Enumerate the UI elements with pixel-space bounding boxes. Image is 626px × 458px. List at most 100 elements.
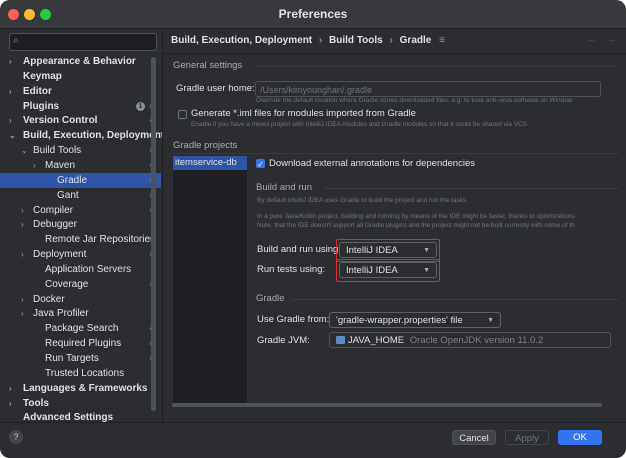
sidebar-item[interactable]: ›Maven≡ (0, 158, 161, 173)
plugin-update-badge: 1 (136, 101, 145, 111)
sidebar-item-label: Gradle (57, 174, 88, 186)
use-gradle-from-label: Use Gradle from: (257, 314, 330, 325)
apply-button[interactable]: Apply (505, 430, 549, 445)
preferences-window: Preferences ⌕ › Appearance & Behavior Keym… (0, 0, 626, 458)
sidebar-item[interactable]: › Editor (0, 84, 161, 99)
sidebar-item[interactable]: Keymap (0, 69, 161, 84)
breadcrumb-separator: › (318, 35, 323, 46)
cancel-button[interactable]: Cancel (452, 430, 496, 445)
dropdown-arrow-icon: ▼ (423, 267, 430, 274)
chevron-right-icon[interactable]: › (9, 381, 12, 396)
back-arrow-icon[interactable]: ← (587, 34, 597, 45)
gradle-user-home-field[interactable]: /Users/kimyounghan/.gradle (255, 81, 601, 97)
history-navigation: ← → (587, 34, 617, 45)
section-divider (291, 299, 619, 300)
sidebar-item[interactable]: Gradle≡ (0, 172, 161, 188)
sidebar-item-label: Version Control (23, 115, 98, 127)
chevron-right-icon[interactable]: › (9, 84, 12, 99)
chevron-right-icon[interactable]: › (21, 306, 24, 321)
chevron-down-icon[interactable]: ⌄ (9, 128, 16, 143)
help-button[interactable]: ? (9, 430, 23, 444)
sidebar-item[interactable]: Remote Jar Repositories≡ (0, 232, 161, 247)
download-annotations-label[interactable]: Download external annotations for depend… (269, 158, 475, 169)
settings-search-input[interactable]: ⌕ (9, 33, 157, 51)
sidebar-item[interactable]: ⌄ Build, Execution, Deployment (0, 128, 164, 143)
sidebar-item-label: Deployment (33, 249, 87, 261)
chevron-right-icon[interactable]: › (21, 217, 24, 232)
use-gradle-from-value: 'gradle-wrapper.properties' file (336, 315, 463, 326)
gradle-projects-heading: Gradle projects (173, 140, 238, 151)
sidebar-item[interactable]: ⌄Build Tools≡ (0, 143, 161, 158)
sidebar-item[interactable]: Application Servers (0, 262, 161, 277)
sidebar-item[interactable]: ›Compiler≡ (0, 203, 161, 218)
sidebar-item-label: Editor (23, 85, 52, 97)
sidebar-item[interactable]: ›Deployment≡ (0, 247, 161, 262)
chevron-right-icon[interactable]: › (9, 396, 12, 411)
header-divider (163, 53, 626, 54)
sidebar-item[interactable]: Trusted Locations (0, 366, 161, 381)
jdk-folder-icon (336, 336, 345, 344)
sidebar-item-label: Required Plugins (45, 338, 122, 350)
sidebar-item[interactable]: Coverage≡ (0, 277, 161, 292)
sidebar-scrollbar[interactable] (151, 57, 156, 411)
gradle-jvm-dropdown[interactable]: JAVA_HOME Oracle OpenJDK version 11.0.2 (329, 332, 611, 348)
sidebar-item-label: Application Servers (45, 263, 132, 275)
sidebar-item[interactable]: Plugins1≡ (0, 99, 161, 114)
sidebar-item[interactable]: › Debugger (0, 217, 161, 232)
sidebar-item[interactable]: Required Plugins≡ (0, 336, 161, 351)
sidebar-item[interactable]: Package Search≡ (0, 321, 161, 336)
build-run-hint-note: Note, that the IDE doesn't support all G… (257, 222, 575, 229)
gradle-jvm-label: Gradle JVM: (257, 335, 310, 346)
sidebar-item-label: Compiler (33, 204, 74, 216)
build-run-using-label: Build and run using: (257, 244, 341, 255)
sidebar-item-label: Docker (33, 293, 65, 305)
use-gradle-from-dropdown[interactable]: 'gradle-wrapper.properties' file ▼ (329, 312, 501, 328)
download-annotations-checkbox[interactable]: ✓ (256, 159, 265, 169)
content-horizontal-scrollbar[interactable] (172, 403, 602, 407)
sidebar-item[interactable]: › Java Profiler (0, 306, 161, 321)
generate-iml-label[interactable]: Generate *.iml files for modules importe… (191, 108, 416, 119)
gradle-section-heading: Gradle (256, 293, 285, 304)
sidebar-item[interactable]: Run Targets≡ (0, 351, 161, 366)
ok-button[interactable]: OK (558, 430, 602, 445)
settings-content: Build, Execution, Deployment › Build Too… (162, 29, 626, 422)
sidebar-item-label: Run Targets (45, 353, 99, 364)
gradle-jvm-value: JAVA_HOME (348, 335, 405, 346)
forward-arrow-icon[interactable]: → (607, 34, 617, 45)
chevron-right-icon[interactable]: › (21, 247, 24, 262)
gradle-user-home-label: Gradle user home: (176, 83, 255, 94)
build-run-using-value: IntelliJ IDEA (346, 245, 398, 256)
section-divider (173, 153, 619, 154)
breadcrumb-item[interactable]: Build, Execution, Deployment (171, 35, 312, 46)
chevron-right-icon[interactable]: › (21, 292, 24, 307)
build-run-using-dropdown[interactable]: IntelliJ IDEA ▼ (339, 242, 437, 258)
breadcrumb-item[interactable]: Build Tools (329, 35, 383, 46)
sidebar-item[interactable]: › Tools (0, 396, 161, 411)
sidebar-item[interactable]: ›Version Control≡ (0, 113, 161, 128)
section-divider (257, 66, 619, 67)
project-item[interactable]: itemservice-db (173, 156, 247, 170)
run-tests-using-dropdown[interactable]: IntelliJ IDEA ▼ (339, 262, 437, 278)
sidebar-item[interactable]: › Languages & Frameworks (0, 381, 161, 396)
chevron-right-icon[interactable]: › (9, 54, 12, 69)
dropdown-arrow-icon: ▼ (487, 317, 494, 324)
sidebar-item-label: Coverage (45, 278, 89, 290)
sidebar-item-label: Languages & Frameworks (23, 382, 148, 394)
dialog-button-bar: ? Cancel Apply OK (0, 422, 626, 458)
generate-iml-checkbox[interactable] (178, 110, 187, 119)
chevron-right-icon[interactable]: › (9, 113, 12, 128)
sidebar-item-label: Trusted Locations (45, 367, 125, 379)
sidebar-item-label: Plugins (23, 100, 60, 112)
chevron-down-icon[interactable]: ⌄ (21, 143, 28, 158)
breadcrumb-settings-icon[interactable]: ≡ (439, 35, 445, 46)
sidebar-item[interactable]: › Docker (0, 292, 161, 307)
settings-sidebar: ⌕ › Appearance & Behavior Keymap › Editor Plu… (0, 29, 164, 423)
chevron-right-icon[interactable]: › (33, 158, 36, 173)
chevron-right-icon[interactable]: › (21, 203, 24, 218)
breadcrumb: Build, Execution, Deployment › Build Too… (171, 35, 445, 46)
sidebar-item[interactable]: Gant≡ (0, 188, 161, 203)
sidebar-item-label: Keymap (23, 70, 62, 82)
run-tests-using-label: Run tests using: (257, 264, 326, 275)
section-divider (324, 188, 619, 189)
sidebar-item[interactable]: › Appearance & Behavior (0, 54, 161, 69)
